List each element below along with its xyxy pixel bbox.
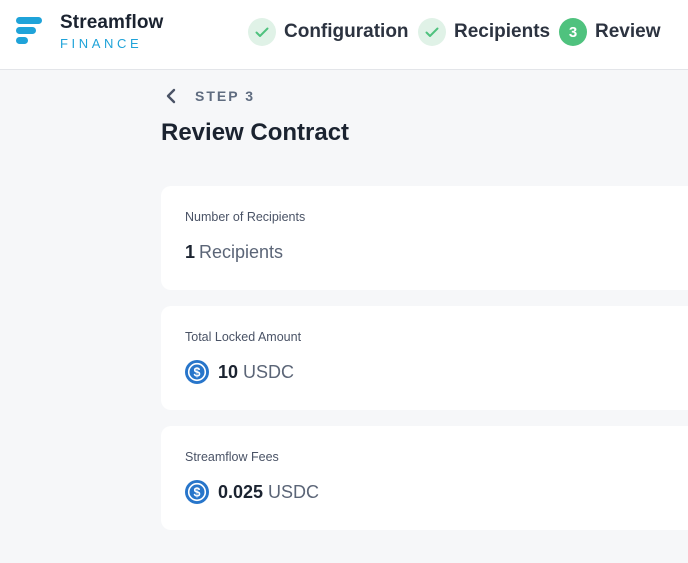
- step-configuration[interactable]: Configuration: [248, 18, 409, 46]
- value-number: 10: [218, 361, 239, 382]
- card-total-locked-amount: Total Locked Amount $ 10 USDC: [161, 306, 688, 410]
- check-icon: [248, 18, 276, 46]
- brand-name: Streamflow: [60, 12, 164, 33]
- usdc-coin-icon: $: [185, 360, 209, 384]
- svg-text:$: $: [194, 485, 201, 499]
- svg-text:$: $: [194, 365, 201, 379]
- card-label: Total Locked Amount: [185, 330, 302, 344]
- step-number-badge: 3: [559, 18, 587, 46]
- value-unit: USDC: [243, 361, 295, 382]
- step-recipients[interactable]: Recipients: [418, 18, 550, 46]
- top-header: Streamflow FINANCE Configuration Recipie…: [0, 0, 688, 70]
- card-streamflow-fees: Streamflow Fees $ 0.025 USDC: [161, 426, 688, 530]
- step-caption: STEP 3: [195, 88, 255, 104]
- card-number-of-recipients: Number of Recipients 1 Recipients: [161, 186, 688, 290]
- step-label: Recipients: [454, 21, 551, 42]
- usdc-coin-icon: $: [185, 480, 209, 504]
- value-unit: USDC: [268, 481, 320, 502]
- card-value: $ 10 USDC: [185, 360, 294, 384]
- card-label: Number of Recipients: [185, 210, 306, 224]
- card-label: Streamflow Fees: [185, 450, 279, 464]
- step-label: Review: [595, 21, 661, 42]
- page-title: Review Contract: [161, 119, 350, 146]
- check-icon: [418, 18, 446, 46]
- step-review[interactable]: 3 Review: [559, 18, 660, 46]
- streamflow-logo-icon[interactable]: [15, 17, 43, 45]
- value-unit: Recipients: [199, 241, 284, 262]
- brand-subtitle: FINANCE: [60, 36, 143, 51]
- value-number: 0.025: [218, 481, 264, 502]
- card-value: $ 0.025 USDC: [185, 480, 319, 504]
- step-label: Configuration: [284, 21, 409, 42]
- card-value: 1 Recipients: [185, 240, 283, 264]
- value-number: 1: [185, 241, 196, 262]
- chevron-left-icon[interactable]: [164, 87, 180, 105]
